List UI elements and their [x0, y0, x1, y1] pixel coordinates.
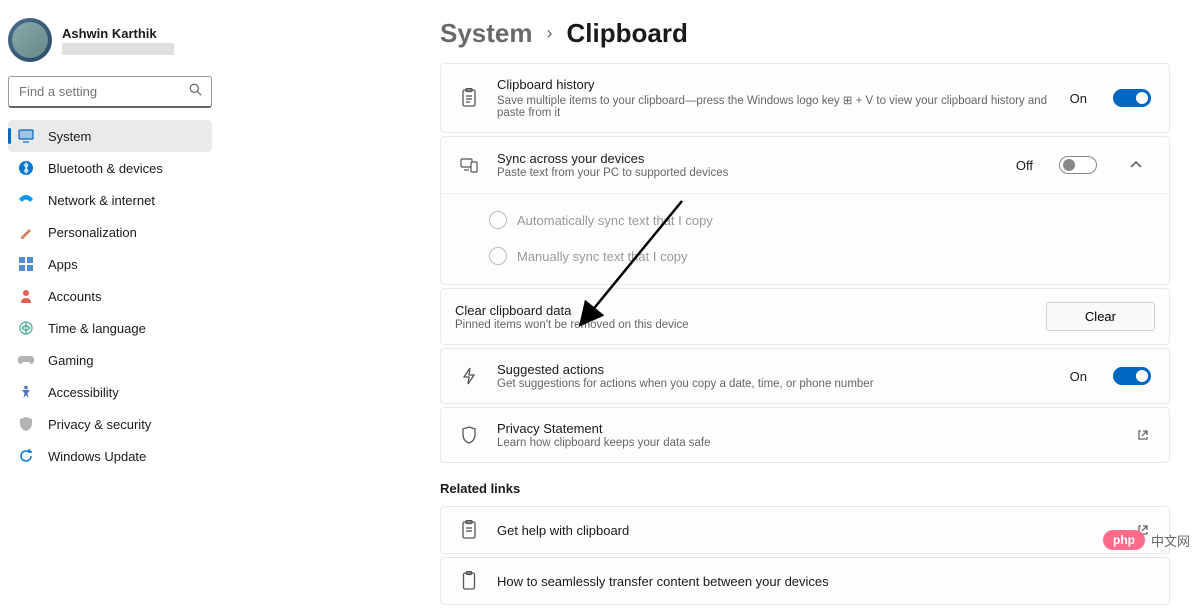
- apps-icon: [18, 256, 34, 272]
- search-input[interactable]: [8, 76, 212, 108]
- transfer-content-card[interactable]: How to seamlessly transfer content betwe…: [440, 557, 1170, 605]
- get-help-card[interactable]: Get help with clipboard: [440, 506, 1170, 554]
- nav-label: System: [48, 129, 91, 144]
- nav-item-time[interactable]: Time & language: [8, 312, 212, 344]
- toggle-state: On: [1070, 369, 1087, 384]
- search-box[interactable]: [8, 76, 212, 108]
- suggested-actions-card[interactable]: Suggested actions Get suggestions for ac…: [440, 348, 1170, 404]
- time-icon: [18, 320, 34, 336]
- gaming-icon: [18, 352, 34, 368]
- nav-item-accessibility[interactable]: Accessibility: [8, 376, 212, 408]
- card-subtitle: Get suggestions for actions when you cop…: [497, 378, 1052, 390]
- breadcrumb-parent[interactable]: System: [440, 18, 533, 49]
- personalization-icon: [18, 224, 34, 240]
- clipboard-help-icon: [459, 520, 479, 540]
- privacy-icon: [18, 416, 34, 432]
- nav-label: Time & language: [48, 321, 146, 336]
- nav-label: Accounts: [48, 289, 101, 304]
- related-links-heading: Related links: [440, 481, 1170, 496]
- card-subtitle: Pinned items won't be removed on this de…: [455, 319, 689, 331]
- nav-label: Accessibility: [48, 385, 119, 400]
- sync-devices-toggle[interactable]: [1059, 156, 1097, 174]
- chevron-right-icon: ›: [547, 23, 553, 44]
- user-email-redacted: [62, 43, 174, 55]
- suggested-actions-toggle[interactable]: [1113, 367, 1151, 385]
- sync-devices-row[interactable]: Sync across your devices Paste text from…: [441, 137, 1169, 193]
- nav-item-gaming[interactable]: Gaming: [8, 344, 212, 376]
- clear-button[interactable]: Clear: [1046, 302, 1155, 331]
- card-title: Get help with clipboard: [497, 523, 1119, 538]
- update-icon: [18, 448, 34, 464]
- nav-item-bluetooth[interactable]: Bluetooth & devices: [8, 152, 212, 184]
- sync-manual-option[interactable]: Manually sync text that I copy: [489, 238, 1151, 274]
- nav-item-network[interactable]: Network & internet: [8, 184, 212, 216]
- card-title: Clipboard history: [497, 77, 1052, 92]
- card-title: Sync across your devices: [497, 151, 998, 166]
- sync-devices-card: Sync across your devices Paste text from…: [440, 136, 1170, 285]
- device-sync-icon: [459, 155, 479, 175]
- nav-label: Windows Update: [48, 449, 146, 464]
- nav-label: Privacy & security: [48, 417, 151, 432]
- user-name: Ashwin Karthik: [62, 26, 174, 41]
- nav-item-update[interactable]: Windows Update: [8, 440, 212, 472]
- nav-label: Network & internet: [48, 193, 155, 208]
- nav-item-system[interactable]: System: [8, 120, 212, 152]
- clipboard-plain-icon: [459, 571, 479, 591]
- breadcrumb: System › Clipboard: [440, 18, 1170, 49]
- card-subtitle: Paste text from your PC to supported dev…: [497, 167, 998, 179]
- user-section[interactable]: Ashwin Karthik: [8, 10, 212, 76]
- nav-label: Apps: [48, 257, 78, 272]
- external-link-icon: [1137, 428, 1151, 442]
- card-subtitle: Learn how clipboard keeps your data safe: [497, 437, 1119, 449]
- radio-label: Automatically sync text that I copy: [517, 213, 713, 228]
- card-title: Clear clipboard data: [455, 303, 689, 318]
- card-title: Privacy Statement: [497, 421, 1119, 436]
- breadcrumb-current: Clipboard: [567, 18, 688, 49]
- clear-data-card: Clear clipboard data Pinned items won't …: [440, 288, 1170, 345]
- avatar: [8, 18, 52, 62]
- nav-item-privacy[interactable]: Privacy & security: [8, 408, 212, 440]
- nav-item-accounts[interactable]: Accounts: [8, 280, 212, 312]
- nav-list: System Bluetooth & devices Network & int…: [8, 120, 212, 472]
- nav-item-personalization[interactable]: Personalization: [8, 216, 212, 248]
- clipboard-history-toggle[interactable]: [1113, 89, 1151, 107]
- sync-auto-option[interactable]: Automatically sync text that I copy: [489, 202, 1151, 238]
- nav-item-apps[interactable]: Apps: [8, 248, 212, 280]
- radio-icon: [489, 247, 507, 265]
- nav-label: Personalization: [48, 225, 137, 240]
- toggle-state: Off: [1016, 158, 1033, 173]
- shield-icon: [459, 425, 479, 445]
- card-subtitle: Save multiple items to your clipboard—pr…: [497, 93, 1052, 119]
- watermark: php 中文网: [1103, 530, 1190, 550]
- card-title: Suggested actions: [497, 362, 1052, 377]
- radio-label: Manually sync text that I copy: [517, 249, 688, 264]
- search-icon: [189, 83, 202, 101]
- nav-label: Gaming: [48, 353, 94, 368]
- chevron-up-icon[interactable]: [1121, 150, 1151, 180]
- bluetooth-icon: [18, 160, 34, 176]
- privacy-statement-card[interactable]: Privacy Statement Learn how clipboard ke…: [440, 407, 1170, 463]
- accessibility-icon: [18, 384, 34, 400]
- watermark-text: 中文网: [1151, 531, 1190, 550]
- lightning-icon: [459, 366, 479, 386]
- network-icon: [18, 192, 34, 208]
- clipboard-history-card[interactable]: Clipboard history Save multiple items to…: [440, 63, 1170, 133]
- system-icon: [18, 128, 34, 144]
- radio-icon: [489, 211, 507, 229]
- watermark-pill: php: [1103, 530, 1145, 550]
- accounts-icon: [18, 288, 34, 304]
- card-title: How to seamlessly transfer content betwe…: [497, 574, 1151, 589]
- toggle-state: On: [1070, 91, 1087, 106]
- nav-label: Bluetooth & devices: [48, 161, 163, 176]
- clipboard-icon: [459, 88, 479, 108]
